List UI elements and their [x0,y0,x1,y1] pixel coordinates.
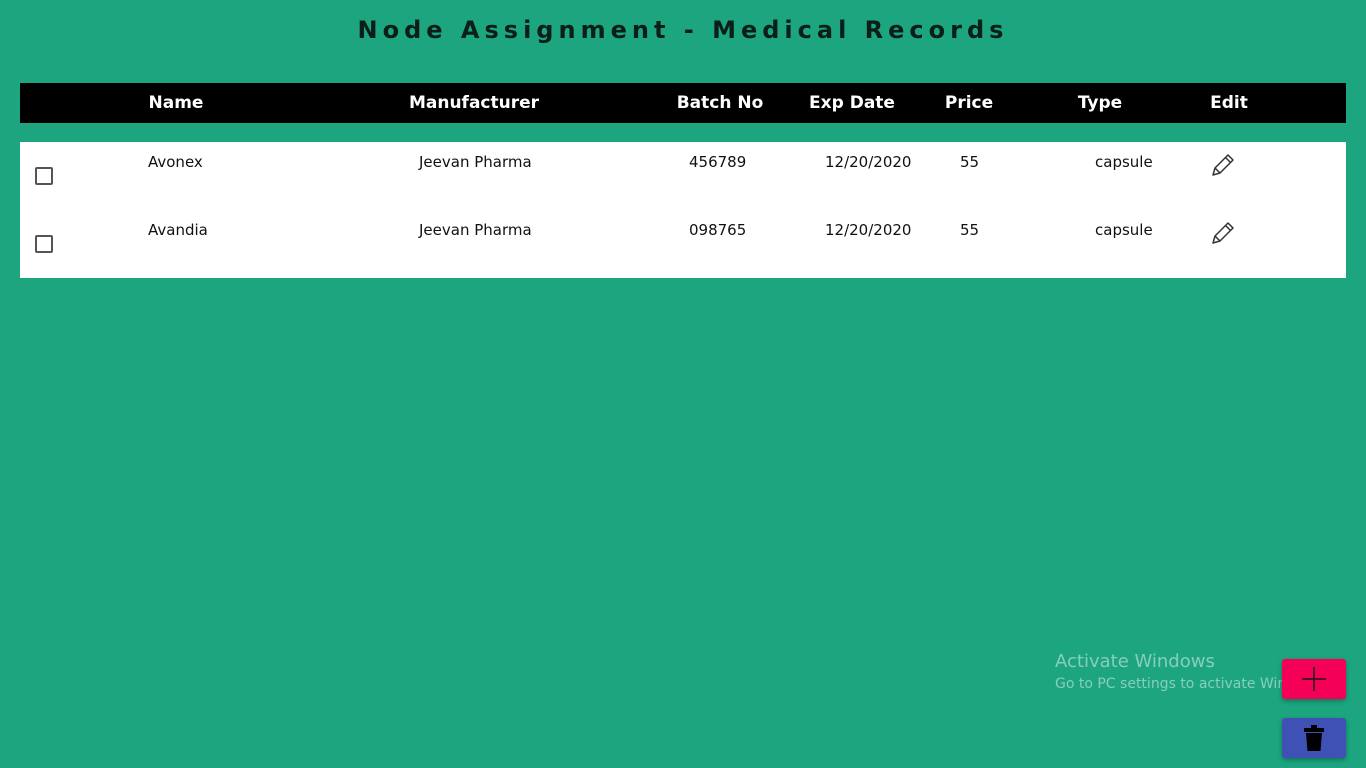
column-header-edit: Edit [1210,93,1248,113]
pencil-icon [1212,222,1234,244]
row-checkbox[interactable] [35,167,53,185]
cell-exp-date: 12/20/2020 [825,153,912,171]
table-header: Name Manufacturer Batch No Exp Date Pric… [20,83,1346,123]
table-row: Avandia Jeevan Pharma 098765 12/20/2020 … [20,210,1346,278]
cell-price: 55 [960,153,980,171]
cell-type: capsule [1095,221,1153,239]
pencil-icon [1212,154,1234,176]
cell-manufacturer: Jeevan Pharma [419,221,532,239]
column-header-manufacturer: Manufacturer [408,93,540,113]
delete-records-button[interactable] [1282,718,1346,758]
activate-windows-title: Activate Windows [1055,651,1215,672]
column-header-type: Type [1077,93,1123,113]
table-row: Avonex Jeevan Pharma 456789 12/20/2020 5… [20,142,1346,210]
trash-icon [1304,725,1324,751]
cell-exp-date: 12/20/2020 [825,221,912,239]
page-title: Node Assignment - Medical Records [357,16,1009,44]
column-header-batch-no: Batch No [676,93,764,113]
records-table: Avonex Jeevan Pharma 456789 12/20/2020 5… [20,142,1346,278]
row-checkbox[interactable] [35,235,53,253]
cell-type: capsule [1095,153,1153,171]
column-header-exp-date: Exp Date [809,93,895,113]
cell-batch-no: 098765 [689,221,747,239]
plus-icon [1302,667,1326,691]
add-record-button[interactable] [1282,659,1346,699]
column-header-name: Name [148,93,204,113]
cell-name: Avandia [148,221,208,239]
cell-manufacturer: Jeevan Pharma [419,153,532,171]
cell-price: 55 [960,221,980,239]
cell-batch-no: 456789 [689,153,747,171]
column-header-price: Price [944,93,994,113]
edit-button[interactable] [1208,218,1238,248]
edit-button[interactable] [1208,150,1238,180]
cell-name: Avonex [148,153,203,171]
